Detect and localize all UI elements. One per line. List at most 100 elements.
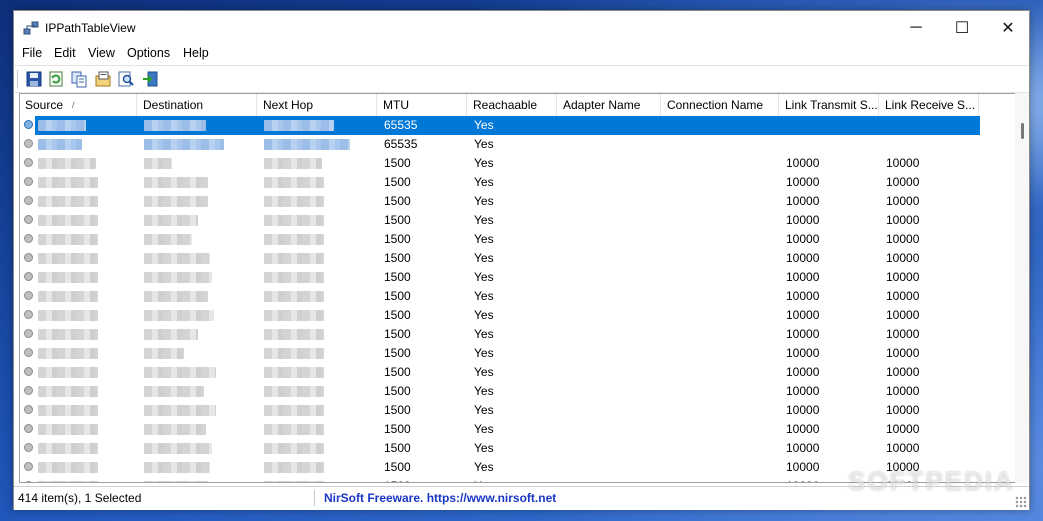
table-row[interactable]: 1500Yes1000010000 [20, 363, 980, 382]
cell-link-transmit-speed: 10000 [786, 156, 820, 170]
cell-link-receive-speed: 10000 [886, 403, 920, 417]
cell-link-transmit-speed: 10000 [786, 422, 820, 436]
redacted-source [38, 272, 98, 283]
redacted-destination [144, 120, 206, 131]
maximize-button[interactable]: ☐ [939, 11, 985, 45]
cell-link-receive-speed: 10000 [886, 232, 920, 246]
table-row[interactable]: 1500Yes1000010000 [20, 173, 980, 192]
path-table[interactable]: Source / Destination Next Hop MTU Reacha… [19, 93, 1019, 483]
menu-options[interactable]: Options [127, 46, 170, 60]
resize-grip-icon[interactable] [1015, 496, 1027, 508]
table-row[interactable]: 65535 Yes [20, 135, 980, 154]
cell-mtu: 1500 [384, 308, 411, 322]
redacted-source [38, 177, 98, 188]
menu-view[interactable]: View [88, 46, 115, 60]
toolbar-grip[interactable] [17, 70, 21, 88]
table-row[interactable]: 65535 Yes [24, 116, 980, 135]
table-row[interactable]: 1500Yes1000010000 [20, 306, 980, 325]
table-row[interactable]: 1500Yes1000010000 [20, 154, 980, 173]
column-connection-name[interactable]: Connection Name [662, 94, 779, 116]
table-row[interactable]: 1500Yes1000010000 [20, 458, 980, 477]
row-status-icon [24, 329, 33, 338]
redacted-destination [144, 424, 206, 435]
menu-bar: File Edit View Options Help [14, 45, 1029, 65]
vertical-scrollbar[interactable] [1015, 93, 1029, 483]
row-status-icon [24, 139, 33, 148]
redacted-destination [144, 443, 212, 454]
cell-reachable: Yes [474, 422, 494, 436]
redacted-next-hop [264, 405, 324, 416]
close-button[interactable]: ✕ [985, 11, 1031, 45]
properties-icon[interactable] [94, 70, 112, 88]
cell-link-receive-speed: 10000 [886, 175, 920, 189]
column-next-hop[interactable]: Next Hop [258, 94, 377, 116]
status-item-count: 414 item(s), 1 Selected [18, 491, 142, 505]
cell-mtu: 1500 [384, 289, 411, 303]
table-row[interactable]: 1500Yes1000010000 [20, 192, 980, 211]
table-row[interactable]: 1500Yes1000010000 [20, 344, 980, 363]
table-row[interactable]: 1500Yes1000010000 [20, 230, 980, 249]
menu-help[interactable]: Help [183, 46, 209, 60]
redacted-destination [144, 310, 214, 321]
redacted-source [38, 329, 98, 340]
redacted-next-hop [264, 424, 324, 435]
column-mtu[interactable]: MTU [378, 94, 467, 116]
redacted-next-hop [264, 367, 324, 378]
table-row[interactable]: 1500Yes1000010000 [20, 211, 980, 230]
cell-mtu: 1500 [384, 251, 411, 265]
redacted-destination [144, 481, 208, 482]
cell-mtu: 1500 [384, 213, 411, 227]
column-link-transmit-speed[interactable]: Link Transmit S... [780, 94, 879, 116]
save-icon[interactable] [25, 70, 43, 88]
copy-icon[interactable] [70, 70, 88, 88]
scrollbar-thumb[interactable] [1021, 123, 1024, 139]
watermark-text: SOFTPEDIA [848, 466, 1015, 496]
table-row[interactable]: 1500Yes1000010000 [20, 268, 980, 287]
row-status-icon [24, 234, 33, 243]
redacted-source [38, 424, 98, 435]
cell-link-receive-speed: 10000 [886, 213, 920, 227]
column-reachable[interactable]: Reachaable [468, 94, 557, 116]
row-status-icon [24, 405, 33, 414]
cell-mtu: 1500 [384, 232, 411, 246]
nirsoft-link[interactable]: NirSoft Freeware. https://www.nirsoft.ne… [324, 491, 556, 505]
redacted-next-hop [264, 481, 324, 482]
table-row[interactable]: 1500Yes1000010000 [20, 249, 980, 268]
table-row[interactable]: 1500Yes1000010000 [20, 401, 980, 420]
redacted-next-hop [264, 120, 334, 131]
menu-edit[interactable]: Edit [54, 46, 76, 60]
title-bar[interactable]: IPPathTableView ─ ☐ ✕ [14, 11, 1029, 45]
redacted-destination [144, 405, 216, 416]
table-row[interactable]: 1500Yes1000010000 [20, 382, 980, 401]
redacted-destination [144, 177, 208, 188]
redacted-destination [144, 272, 212, 283]
table-row[interactable]: 1500Yes1000010000 [20, 325, 980, 344]
refresh-icon[interactable] [47, 70, 65, 88]
cell-reachable: Yes [474, 327, 494, 341]
table-row[interactable]: 1500Yes1000010000 [20, 439, 980, 458]
cell-link-transmit-speed: 10000 [786, 460, 820, 474]
cell-link-receive-speed: 10000 [886, 270, 920, 284]
cell-mtu: 1500 [384, 327, 411, 341]
cell-mtu: 65535 [384, 137, 418, 151]
row-status-icon [24, 215, 33, 224]
cell-mtu: 1500 [384, 194, 411, 208]
column-link-receive-speed[interactable]: Link Receive S... [880, 94, 979, 116]
column-adapter-name[interactable]: Adapter Name [558, 94, 661, 116]
column-destination[interactable]: Destination [138, 94, 257, 116]
exit-icon[interactable] [141, 70, 159, 88]
redacted-source [38, 291, 98, 302]
cell-link-receive-speed: 10000 [886, 156, 920, 170]
cell-link-transmit-speed: 10000 [786, 194, 820, 208]
cell-mtu: 1500 [384, 346, 411, 360]
menu-file[interactable]: File [22, 46, 42, 60]
column-source[interactable]: Source / [20, 94, 137, 116]
cell-reachable: Yes [474, 460, 494, 474]
cell-mtu: 1500 [384, 365, 411, 379]
cell-link-transmit-speed: 10000 [786, 213, 820, 227]
table-row[interactable]: 1500Yes1000010000 [20, 287, 980, 306]
table-row[interactable]: 1500Yes1000010000 [20, 420, 980, 439]
find-icon[interactable] [117, 70, 135, 88]
minimize-button[interactable]: ─ [893, 11, 939, 45]
table-row[interactable]: 1500Yes1000010000 [20, 477, 980, 482]
